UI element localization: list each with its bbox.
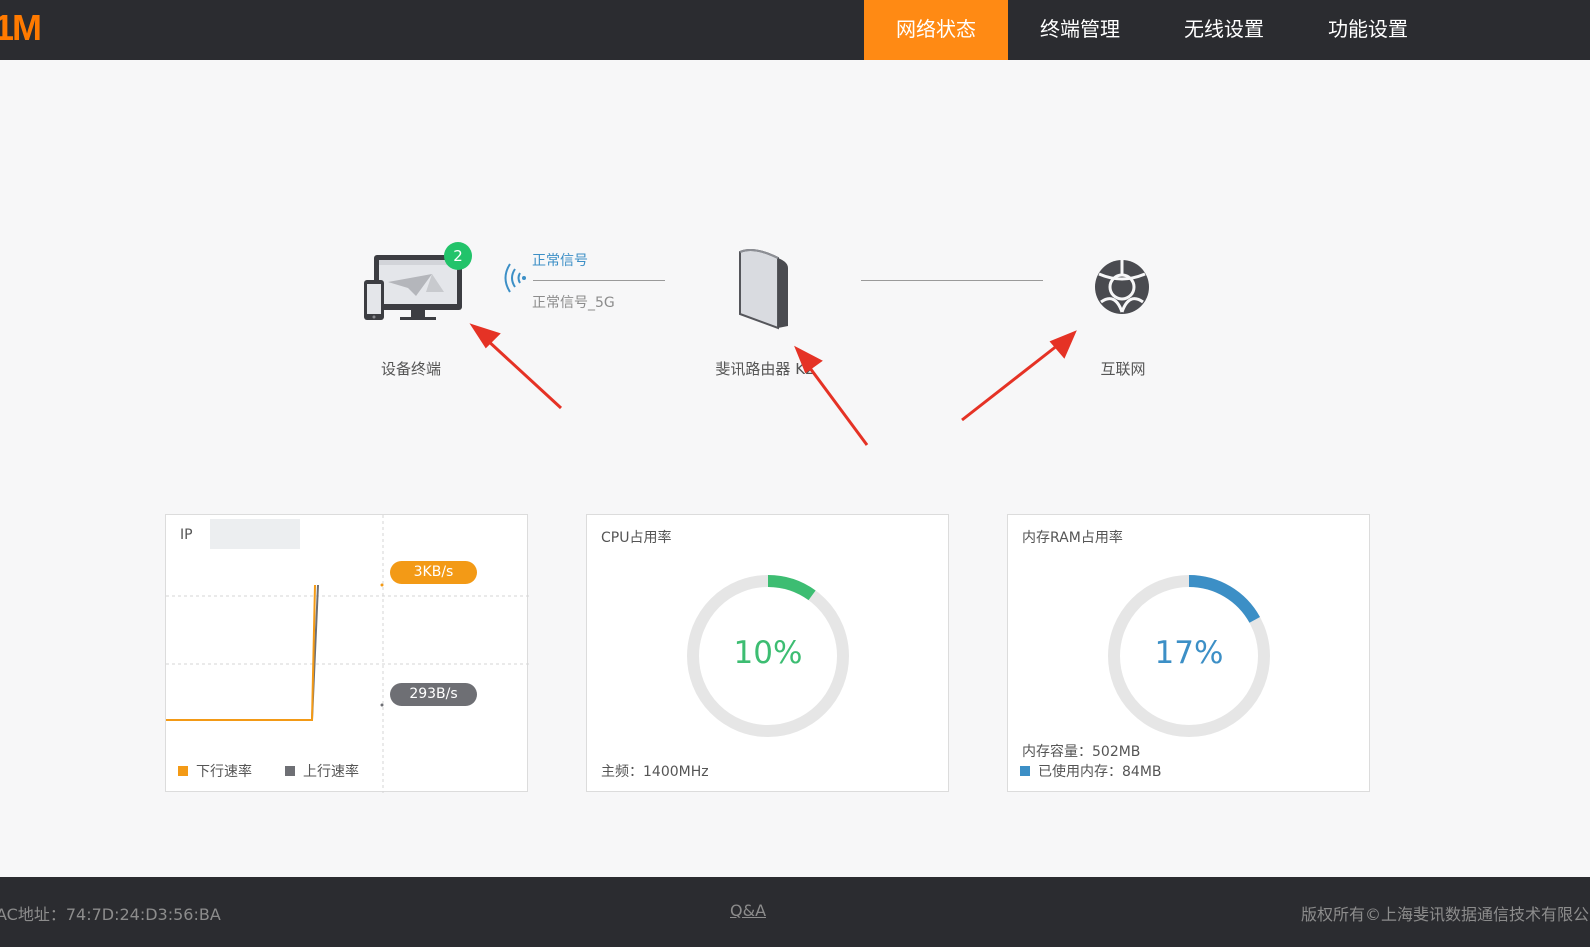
upload-rate-pill: 293B/s bbox=[390, 683, 477, 706]
ram-used: 已使用内存：84MB bbox=[1020, 761, 1162, 781]
cpu-title: CPU占用率 bbox=[601, 530, 672, 546]
mac-address: AC地址：74:7D:24:D3:56:BA bbox=[0, 905, 221, 924]
traffic-chart bbox=[166, 515, 529, 793]
ram-used-label: 已使用内存：84MB bbox=[1038, 764, 1162, 780]
ram-used-swatch bbox=[1020, 766, 1030, 776]
cpu-frequency: 主频：1400MHz bbox=[601, 764, 709, 780]
red-arrow-icon bbox=[794, 345, 869, 446]
download-rate-line bbox=[166, 584, 316, 721]
annotation-arrows bbox=[469, 323, 1077, 446]
download-rate-pill: 3KB/s bbox=[390, 561, 477, 584]
download-legend-swatch bbox=[178, 766, 188, 776]
upload-legend-label: 上行速率 bbox=[303, 764, 359, 780]
footer: AC地址：74:7D:24:D3:56:BA Q&A 版权所有©上海斐讯数据通信… bbox=[0, 877, 1590, 947]
ram-title: 内存RAM占用率 bbox=[1022, 530, 1123, 546]
legend-upload: 上行速率 bbox=[285, 761, 359, 781]
upload-rate-line bbox=[166, 584, 319, 721]
copyright: 版权所有©上海斐讯数据通信技术有限公司 bbox=[1301, 905, 1590, 924]
qa-link[interactable]: Q&A bbox=[730, 901, 766, 920]
red-arrow-icon bbox=[469, 323, 563, 410]
download-legend-label: 下行速率 bbox=[196, 764, 252, 780]
cpu-percent: 10% bbox=[733, 635, 803, 671]
cpu-card: CPU占用率 10% 主频：1400MHz bbox=[586, 514, 949, 792]
ram-percent: 17% bbox=[1154, 635, 1224, 671]
traffic-card: IP 3KB/s 293B/s 下行速率 上行速率 bbox=[165, 514, 529, 793]
upload-legend-swatch bbox=[285, 766, 295, 776]
legend-download: 下行速率 bbox=[178, 761, 252, 781]
ram-capacity: 内存容量：502MB bbox=[1022, 744, 1141, 760]
red-arrow-icon bbox=[961, 330, 1077, 422]
ram-card: 内存RAM占用率 17% 内存容量：502MB 已使用内存：84MB bbox=[1007, 514, 1370, 792]
